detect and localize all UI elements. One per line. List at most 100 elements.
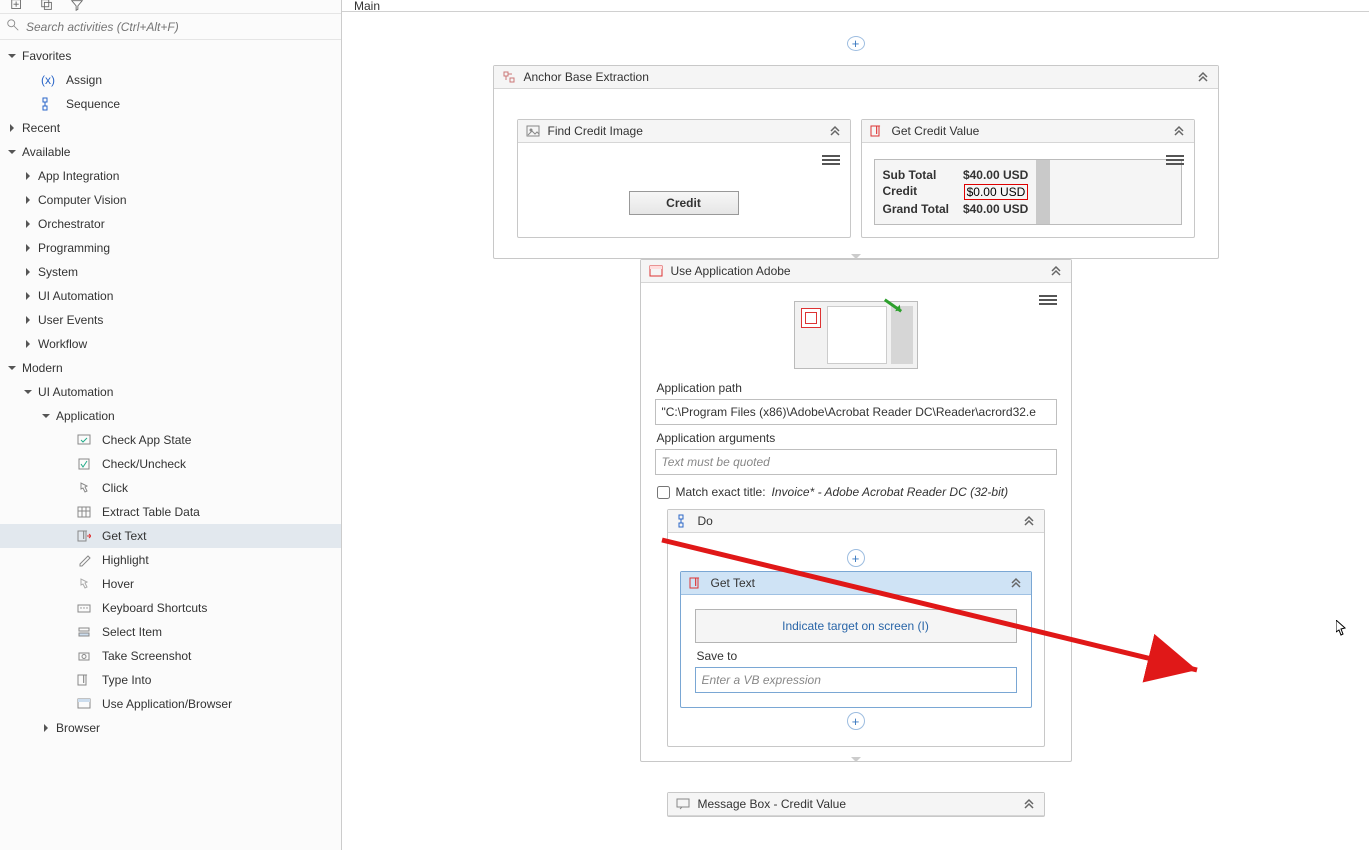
- tree-modern-ui-automation[interactable]: UI Automation: [0, 380, 341, 404]
- tree-recent[interactable]: Recent: [0, 116, 341, 140]
- price-preview: Sub Total$40.00 USD Credit$0.00 USD Gran…: [874, 159, 1182, 225]
- save-to-label: Save to: [697, 649, 1015, 663]
- get-text-icon: T: [870, 124, 884, 138]
- collapse-icon[interactable]: [1022, 797, 1036, 811]
- do-card[interactable]: Do + T Get Text Indicate targ: [667, 509, 1045, 747]
- collapse-icon[interactable]: [1009, 576, 1023, 590]
- get-text-icon: T: [689, 576, 703, 590]
- svg-text:T: T: [873, 124, 881, 137]
- collapse-icon[interactable]: [828, 124, 842, 138]
- tree-assign[interactable]: (x) Assign: [0, 68, 341, 92]
- args-label: Application arguments: [657, 431, 1055, 445]
- tree-highlight[interactable]: Highlight: [0, 548, 341, 572]
- check-uncheck-icon: [76, 456, 92, 472]
- tab-main[interactable]: Main: [354, 0, 380, 13]
- tree-browser[interactable]: Browser: [0, 716, 341, 740]
- tree-user-events[interactable]: User Events: [0, 308, 341, 332]
- tree-get-text[interactable]: T Get Text: [0, 524, 341, 548]
- svg-text:T: T: [80, 673, 88, 686]
- credit-image-preview: Credit: [629, 191, 739, 215]
- tree-orchestrator[interactable]: Orchestrator: [0, 212, 341, 236]
- search-icon: [6, 18, 20, 35]
- add-activity-top[interactable]: +: [847, 36, 865, 51]
- highlight-icon: [76, 552, 92, 568]
- search-input[interactable]: [26, 20, 335, 34]
- click-icon: [76, 480, 92, 496]
- workflow-canvas[interactable]: + Anchor Base Extraction Find Credit Ima…: [342, 12, 1369, 850]
- svg-text:T: T: [692, 576, 700, 589]
- find-image-card[interactable]: Find Credit Image Credit: [517, 119, 851, 238]
- svg-text:T: T: [80, 529, 88, 542]
- add-activity-button[interactable]: +: [847, 549, 865, 567]
- match-title-checkbox[interactable]: [657, 486, 670, 499]
- match-title-row: Match exact title: Invoice* - Adobe Acro…: [657, 485, 1055, 499]
- cursor-icon: [1336, 620, 1348, 636]
- use-application-card[interactable]: Use Application Adobe Application path A…: [640, 259, 1072, 762]
- add-activity-button[interactable]: +: [847, 712, 865, 730]
- options-menu[interactable]: [1166, 153, 1184, 167]
- use-app-icon: [76, 696, 92, 712]
- designer-main: Main + Anchor Base Extraction Find Credi…: [342, 0, 1369, 850]
- tree-computer-vision[interactable]: Computer Vision: [0, 188, 341, 212]
- tree-select-item[interactable]: Select Item: [0, 620, 341, 644]
- app-thumbnail: [794, 301, 918, 369]
- options-menu[interactable]: [822, 153, 840, 167]
- message-box-card[interactable]: Message Box - Credit Value: [667, 792, 1045, 817]
- tree-ui-automation[interactable]: UI Automation: [0, 284, 341, 308]
- sequence-icon: [676, 514, 690, 528]
- anchor-base-card[interactable]: Anchor Base Extraction Find Credit Image…: [493, 65, 1219, 259]
- activities-tree: Favorites (x) Assign Sequence Recent Ava…: [0, 40, 341, 850]
- keyboard-icon: [76, 600, 92, 616]
- tree-click[interactable]: Click: [0, 476, 341, 500]
- tree-use-app-browser[interactable]: Use Application/Browser: [0, 692, 341, 716]
- tree-sequence[interactable]: Sequence: [0, 92, 341, 116]
- message-icon: [676, 797, 690, 811]
- collapse-icon[interactable]: [1172, 124, 1186, 138]
- collapse-icon[interactable]: [1196, 70, 1210, 84]
- get-text-icon: T: [76, 528, 92, 544]
- check-app-state-icon: [76, 432, 92, 448]
- anchor-header: Anchor Base Extraction: [494, 66, 1218, 89]
- save-to-input[interactable]: [695, 667, 1017, 693]
- tree-app-integration[interactable]: App Integration: [0, 164, 341, 188]
- assign-icon: (x): [40, 72, 56, 88]
- tree-favorites[interactable]: Favorites: [0, 44, 341, 68]
- application-path-input[interactable]: [655, 399, 1057, 425]
- tree-hover[interactable]: Hover: [0, 572, 341, 596]
- extract-table-icon: [76, 504, 92, 520]
- activities-panel: Favorites (x) Assign Sequence Recent Ava…: [0, 0, 342, 850]
- duplicate-icon[interactable]: [40, 0, 54, 15]
- tree-application[interactable]: Application: [0, 404, 341, 428]
- application-args-input[interactable]: [655, 449, 1057, 475]
- image-icon: [526, 124, 540, 138]
- designer-tabbar: Main: [342, 0, 1369, 12]
- indicate-target-button[interactable]: Indicate target on screen (I): [695, 609, 1017, 643]
- select-item-icon: [76, 624, 92, 640]
- anchor-title: Anchor Base Extraction: [524, 70, 1188, 84]
- collapse-icon[interactable]: [1049, 264, 1063, 278]
- get-credit-value-card[interactable]: T Get Credit Value Sub Total$40.00 USD C…: [861, 119, 1195, 238]
- sequence-icon: [40, 96, 56, 112]
- tree-check-uncheck[interactable]: Check/Uncheck: [0, 452, 341, 476]
- anchor-body: Find Credit Image Credit T Get Credit Va…: [494, 89, 1218, 258]
- tree-system[interactable]: System: [0, 260, 341, 284]
- filter-icon[interactable]: [70, 0, 84, 15]
- get-text-card[interactable]: T Get Text Indicate target on screen (I)…: [680, 571, 1032, 708]
- tree-type-into[interactable]: T Type Into: [0, 668, 341, 692]
- tree-modern[interactable]: Modern: [0, 356, 341, 380]
- add-icon[interactable]: [10, 0, 24, 15]
- tree-available[interactable]: Available: [0, 140, 341, 164]
- tree-workflow[interactable]: Workflow: [0, 332, 341, 356]
- anchor-icon: [502, 70, 516, 84]
- path-label: Application path: [657, 381, 1055, 395]
- type-into-icon: T: [76, 672, 92, 688]
- collapse-icon[interactable]: [1022, 514, 1036, 528]
- tree-check-app-state[interactable]: Check App State: [0, 428, 341, 452]
- options-menu[interactable]: [1039, 293, 1057, 307]
- tree-extract-table[interactable]: Extract Table Data: [0, 500, 341, 524]
- hover-icon: [76, 576, 92, 592]
- tree-programming[interactable]: Programming: [0, 236, 341, 260]
- tree-keyboard-shortcuts[interactable]: Keyboard Shortcuts: [0, 596, 341, 620]
- search-row: [0, 14, 341, 40]
- tree-take-screenshot[interactable]: Take Screenshot: [0, 644, 341, 668]
